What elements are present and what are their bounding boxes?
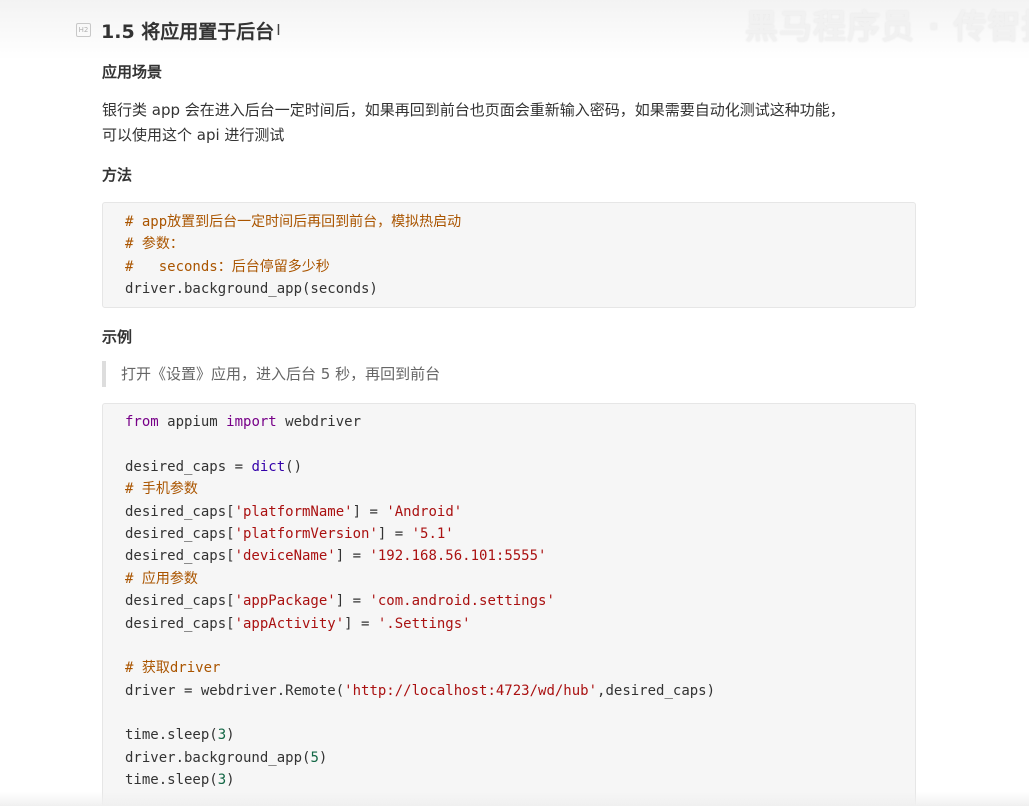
use-case-heading[interactable]: 应用场景 (102, 61, 162, 82)
use-case-line-1: 银行类 app 会在进入后台一定时间后，如果再回到前台也页面会重新输入密码，如果… (102, 101, 845, 119)
code-token-string: 'com.android.settings' (369, 593, 555, 610)
code-line: driver = webdriver.Remote('http://localh… (125, 680, 915, 702)
code-token-number: 3 (217, 727, 227, 744)
use-case-line-2: 可以使用这个 api 进行测试 (102, 126, 285, 144)
code-token-keyword: from (125, 414, 159, 430)
code-line: desired_caps['platformName'] = 'Android' (125, 501, 915, 523)
code-token: ] = (335, 593, 370, 610)
code-token-string: 'platformName' (234, 503, 353, 520)
code-token-string: 'deviceName' (234, 548, 336, 565)
code-token: time.sleep( (125, 727, 218, 744)
code-token-number: 5 (310, 749, 319, 766)
code-line: time.sleep(3) (125, 724, 915, 746)
code-line: desired_caps['appPackage'] = 'com.androi… (125, 590, 915, 612)
code-line: # 获取driver (125, 657, 915, 679)
code-token: desired_caps[ (125, 548, 235, 565)
code-token-keyword: import (226, 414, 277, 430)
example-heading[interactable]: 示例 (102, 326, 132, 347)
section-title[interactable]: 1.5 将应用置于后台 (101, 17, 274, 44)
code-token: () (285, 458, 303, 475)
code-token-string: '5.1' (411, 525, 454, 542)
code-token: ] = (335, 548, 370, 565)
code-token: ) (318, 749, 328, 766)
code-token-number: 3 (217, 772, 227, 789)
code-token: driver.background_app( (125, 749, 311, 766)
section-heading: H2 1.5 将应用置于后台 I (76, 17, 281, 43)
code-token: desired_caps = (125, 458, 252, 475)
code-line: # seconds：后台停留多少秒 (125, 256, 915, 278)
code-token: ] = (344, 615, 378, 632)
document-page: 黑马程序员 · 传智播客 H2 1.5 将应用置于后台 I 应用场景 银行类 a… (0, 0, 1029, 806)
code-token-string: '192.168.56.101:5555' (369, 548, 547, 565)
code-token-string: 'appActivity' (234, 615, 345, 632)
code-token-builtin: dict (251, 458, 286, 475)
method-code-block[interactable]: # app放置到后台一定时间后再回到前台，模拟热启动 # 参数： # seconds… (102, 202, 916, 308)
code-line: desired_caps['platformVersion'] = '5.1' (125, 523, 915, 545)
method-heading[interactable]: 方法 (102, 164, 132, 185)
code-token: desired_caps[ (125, 615, 235, 632)
code-token: time.sleep( (125, 772, 218, 789)
code-token: webdriver (276, 414, 362, 430)
code-token: driver.background_app(seconds) (125, 281, 378, 298)
code-line: # 应用参数 (125, 568, 915, 590)
code-token: desired_caps[ (125, 593, 235, 610)
code-token: driver = webdriver.Remote( (125, 682, 345, 699)
code-line: driver.background_app(5) (125, 747, 915, 769)
text-cursor-icon: I (276, 21, 281, 39)
code-token: ,desired_caps) (597, 682, 716, 699)
code-token-comment: # 获取driver (125, 660, 221, 677)
use-case-paragraph[interactable]: 银行类 app 会在进入后台一定时间后，如果再回到前台也页面会重新输入密码，如果… (102, 98, 912, 148)
code-line: desired_caps = dict() (125, 456, 915, 478)
code-line: # 参数： (125, 233, 915, 255)
bottom-fade (0, 792, 1029, 806)
code-line: driver.background_app(seconds) (125, 278, 915, 300)
code-token-comment: # 参数： (125, 236, 184, 253)
code-token: ] = (377, 525, 412, 542)
code-token: desired_caps[ (125, 525, 235, 542)
code-line: desired_caps['appActivity'] = '.Settings… (125, 613, 915, 635)
watermark-text: 黑马程序员 · 传智播客 (745, 7, 1029, 46)
code-line: time.sleep(3) (125, 769, 915, 791)
code-token: desired_caps[ (125, 503, 235, 520)
code-token: appium (158, 414, 227, 430)
heading-marker-icon[interactable]: H2 (76, 23, 91, 37)
code-token-string: 'http://localhost:4723/wd/hub' (344, 682, 598, 699)
code-token-string: 'Android' (386, 503, 463, 520)
example-code-block[interactable]: from appium import webdriver desired_cap… (102, 403, 916, 806)
code-token-comment: # 手机参数 (125, 481, 198, 498)
code-token-string: '.Settings' (377, 615, 471, 632)
code-line: from appium import webdriver (125, 411, 915, 433)
code-line: desired_caps['deviceName'] = '192.168.56… (125, 545, 915, 567)
code-token: ] = (352, 503, 387, 520)
code-line: # app放置到后台一定时间后再回到前台，模拟热启动 (125, 211, 915, 233)
code-token-string: 'platformVersion' (234, 525, 378, 542)
code-token-comment: # 应用参数 (125, 570, 198, 587)
code-token-comment: # seconds：后台停留多少秒 (125, 258, 330, 275)
code-token: ) (226, 772, 235, 789)
code-token-string: 'appPackage' (234, 593, 336, 610)
code-token-comment: # app放置到后台一定时间后再回到前台，模拟热启动 (125, 214, 462, 230)
code-line: # 手机参数 (125, 478, 915, 500)
example-blockquote[interactable]: 打开《设置》应用，进入后台 5 秒，再回到前台 (102, 361, 440, 387)
code-token: ) (226, 727, 235, 744)
